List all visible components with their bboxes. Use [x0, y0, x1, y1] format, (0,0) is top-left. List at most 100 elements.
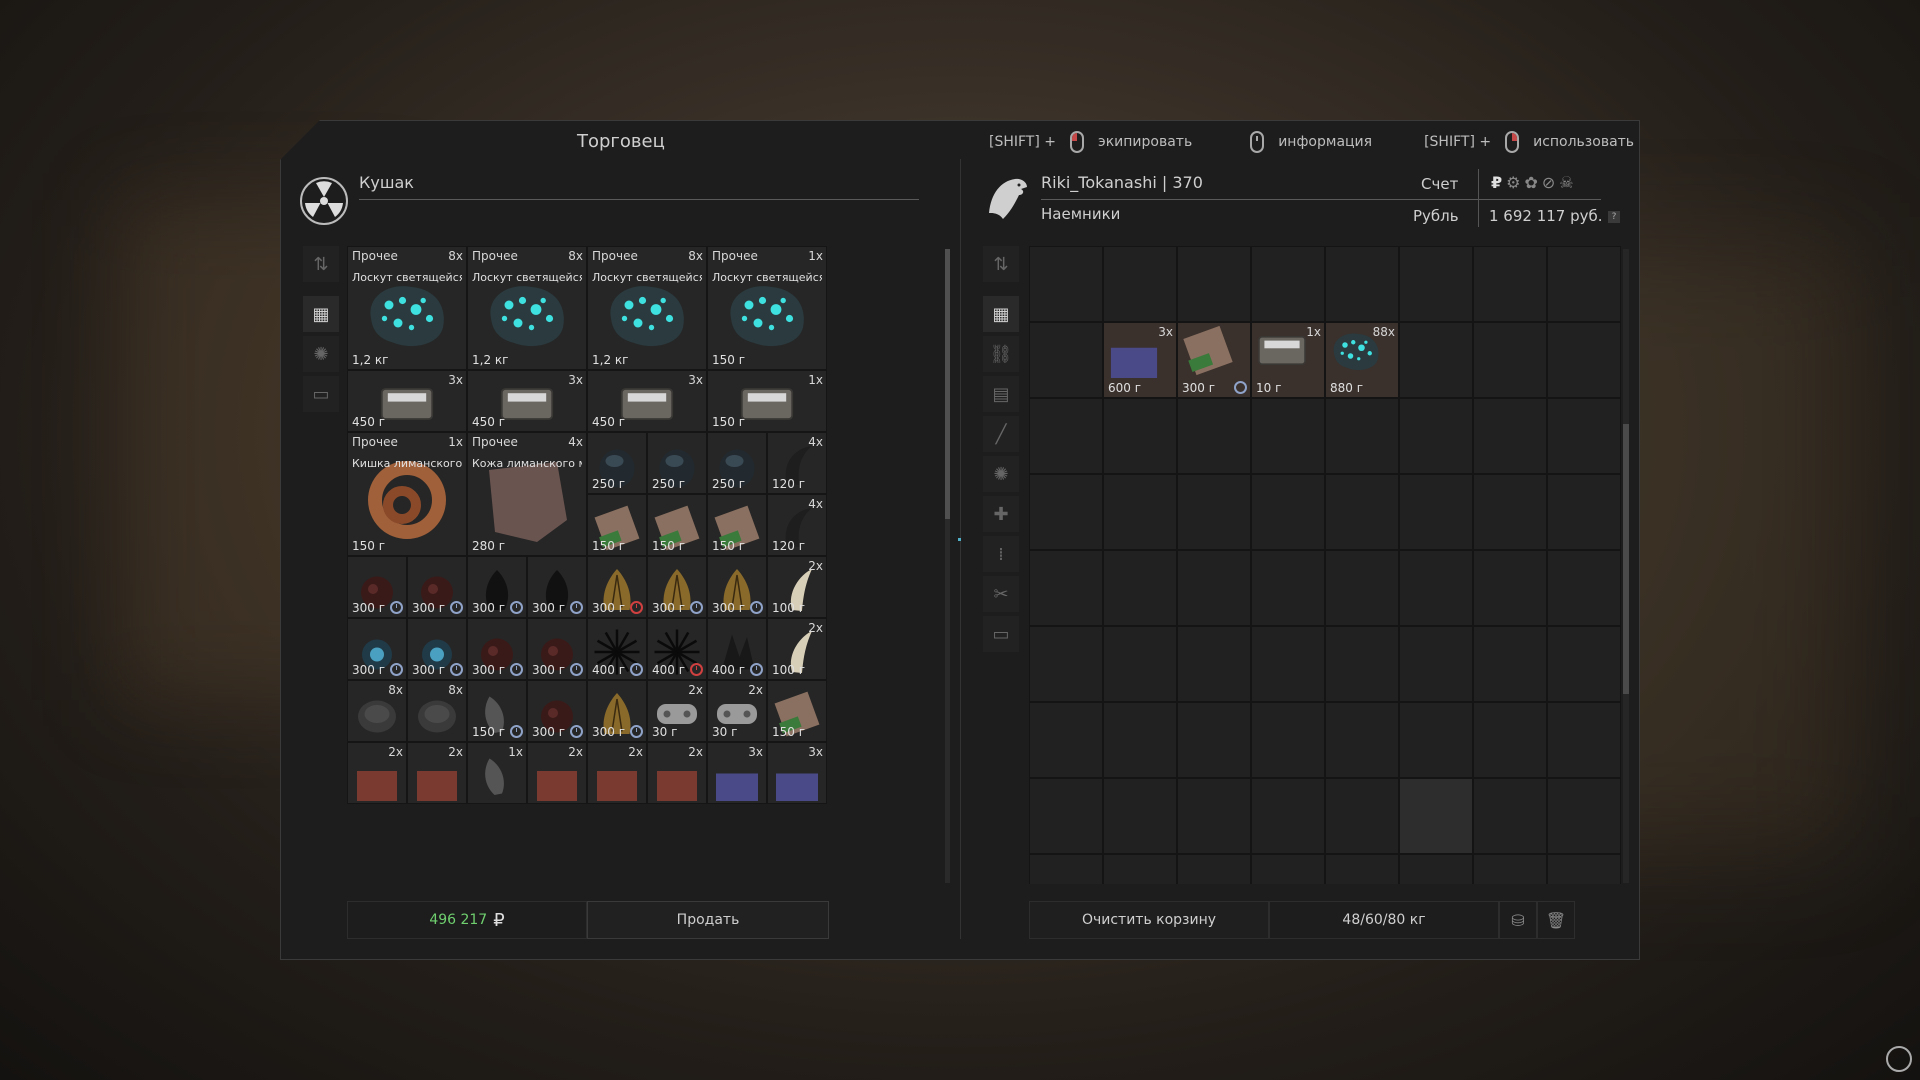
cart-slot[interactable] [1029, 550, 1103, 626]
trader-item[interactable]: 250 г [707, 432, 767, 494]
trader-item-glow-skin[interactable]: Прочее 8x Лоскут светящейся кож... 1,2 кг [587, 246, 707, 370]
trader-item-container[interactable]: 3x 450 г [587, 370, 707, 432]
cart-slot[interactable] [1473, 322, 1547, 398]
cart-slot[interactable] [1103, 398, 1177, 474]
cart-slot[interactable] [1473, 474, 1547, 550]
trader-item-glow-skin[interactable]: Прочее 8x Лоскут светящейся кож... 1,2 кг [347, 246, 467, 370]
cart-slot[interactable] [1547, 398, 1621, 474]
medkit-filter-icon[interactable]: ✚ [983, 496, 1019, 532]
tools-filter-icon[interactable]: ✂ [983, 576, 1019, 612]
cart-slot[interactable] [1103, 626, 1177, 702]
trader-item[interactable]: 150 г [707, 494, 767, 556]
sort-icon[interactable]: ⇅ [983, 246, 1019, 282]
help-icon[interactable]: ? [1608, 211, 1620, 223]
ammo-filter-icon[interactable]: ⁞ [983, 536, 1019, 572]
cart-slot[interactable] [1325, 702, 1399, 778]
trader-item[interactable]: 400 г [587, 618, 647, 680]
cart-slot[interactable] [1029, 626, 1103, 702]
trader-item[interactable]: 2x 30 г [647, 680, 707, 742]
cart-slot[interactable] [1547, 550, 1621, 626]
cart-slot[interactable] [1325, 778, 1399, 854]
cart-slot[interactable] [1473, 854, 1547, 884]
cart-slot[interactable] [1029, 398, 1103, 474]
cart-item[interactable]: 3x 600 г [1103, 322, 1177, 398]
trader-item[interactable]: 300 г [467, 618, 527, 680]
cart-slot[interactable] [1251, 550, 1325, 626]
cart-slot[interactable] [1251, 398, 1325, 474]
cart-slot[interactable] [1399, 246, 1473, 322]
skull-currency-icon[interactable]: ☠ [1559, 173, 1573, 192]
trader-item[interactable]: 3x [707, 742, 767, 804]
cart-slot[interactable] [1177, 246, 1251, 322]
trader-item[interactable]: 2x [527, 742, 587, 804]
cart-slot[interactable] [1547, 246, 1621, 322]
circle-currency-icon[interactable]: ⊘ [1542, 173, 1555, 192]
trader-item[interactable]: 150 г [467, 680, 527, 742]
trader-item[interactable]: 4x 120 г [767, 494, 827, 556]
trader-item[interactable]: 3x [767, 742, 827, 804]
trader-item-container[interactable]: 3x 450 г [467, 370, 587, 432]
cart-slot[interactable] [1251, 246, 1325, 322]
trader-item-glow-skin[interactable]: Прочее 1x Лоскут светящейся кож... 150 г [707, 246, 827, 370]
trader-item[interactable]: 400 г [707, 618, 767, 680]
trader-item-container[interactable]: 3x 450 г [347, 370, 467, 432]
cart-slot[interactable] [1251, 702, 1325, 778]
cart-slot[interactable] [1251, 778, 1325, 854]
cart-slot[interactable] [1103, 778, 1177, 854]
cart-slot[interactable] [1325, 550, 1399, 626]
trader-item[interactable]: 300 г [527, 618, 587, 680]
trader-item[interactable]: 300 г [587, 556, 647, 618]
trader-item[interactable]: 300 г [467, 556, 527, 618]
trader-item[interactable]: 150 г [587, 494, 647, 556]
flower-currency-icon[interactable]: ✿ [1524, 173, 1537, 192]
sort-icon[interactable]: ⇅ [303, 246, 339, 282]
misc-filter-icon[interactable]: ▭ [303, 376, 339, 412]
cart-scrollbar[interactable] [1623, 249, 1629, 883]
trader-item[interactable]: 300 г [587, 680, 647, 742]
cart-item[interactable]: 1x 10 г [1251, 322, 1325, 398]
trader-item[interactable]: 4x 120 г [767, 432, 827, 494]
cart-slot[interactable] [1177, 398, 1251, 474]
cart-slot[interactable] [1251, 474, 1325, 550]
trader-item[interactable]: 1x [467, 742, 527, 804]
cart-slot[interactable] [1029, 702, 1103, 778]
trader-inventory-grid[interactable]: Прочее 8x Лоскут светящейся кож... 1,2 кг П… [347, 246, 827, 884]
trader-item[interactable]: 300 г [647, 556, 707, 618]
cart-slot[interactable] [1399, 550, 1473, 626]
sell-cart-grid[interactable]: 3x 600 г 300 г 1x 10 г 88x 880 г [1029, 246, 1623, 884]
cart-slot[interactable] [1547, 474, 1621, 550]
attachment-filter-icon[interactable]: ⛓ [983, 336, 1019, 372]
cart-slot[interactable] [1399, 398, 1473, 474]
cart-slot[interactable] [1399, 778, 1473, 854]
trader-item[interactable]: 2x 100 г [767, 618, 827, 680]
artifact-filter-icon[interactable]: ✺ [983, 456, 1019, 492]
weapon-filter-icon[interactable]: ╱ [983, 416, 1019, 452]
currency-selector[interactable]: ₽ ⚙ ✿ ⊘ ☠ [1491, 173, 1574, 192]
cart-slot[interactable] [1399, 322, 1473, 398]
cart-slot[interactable] [1251, 626, 1325, 702]
cart-slot[interactable] [1103, 702, 1177, 778]
trader-item[interactable]: 8x [347, 680, 407, 742]
artifact-filter-icon[interactable]: ✺ [303, 336, 339, 372]
cart-slot[interactable] [1177, 626, 1251, 702]
cart-slot[interactable] [1325, 854, 1399, 884]
cart-slot[interactable] [1325, 398, 1399, 474]
trader-item[interactable]: 300 г [347, 618, 407, 680]
trader-item[interactable]: 300 г [527, 680, 587, 742]
trader-item[interactable]: 8x [407, 680, 467, 742]
cart-slot[interactable] [1251, 854, 1325, 884]
cart-slot[interactable] [1103, 474, 1177, 550]
cart-slot[interactable] [1029, 246, 1103, 322]
cart-slot[interactable] [1103, 550, 1177, 626]
weight-icon[interactable]: ⛁ [1499, 901, 1537, 939]
grid-all-icon[interactable]: ▦ [303, 296, 339, 332]
cart-slot[interactable] [1177, 474, 1251, 550]
cart-slot[interactable] [1325, 474, 1399, 550]
cart-slot[interactable] [1103, 854, 1177, 884]
cart-slot[interactable] [1547, 626, 1621, 702]
trader-scrollbar[interactable] [945, 249, 950, 883]
cart-slot[interactable] [1325, 246, 1399, 322]
trader-item[interactable]: 2x [647, 742, 707, 804]
cart-slot[interactable] [1473, 778, 1547, 854]
trader-item[interactable]: 150 г [767, 680, 827, 742]
